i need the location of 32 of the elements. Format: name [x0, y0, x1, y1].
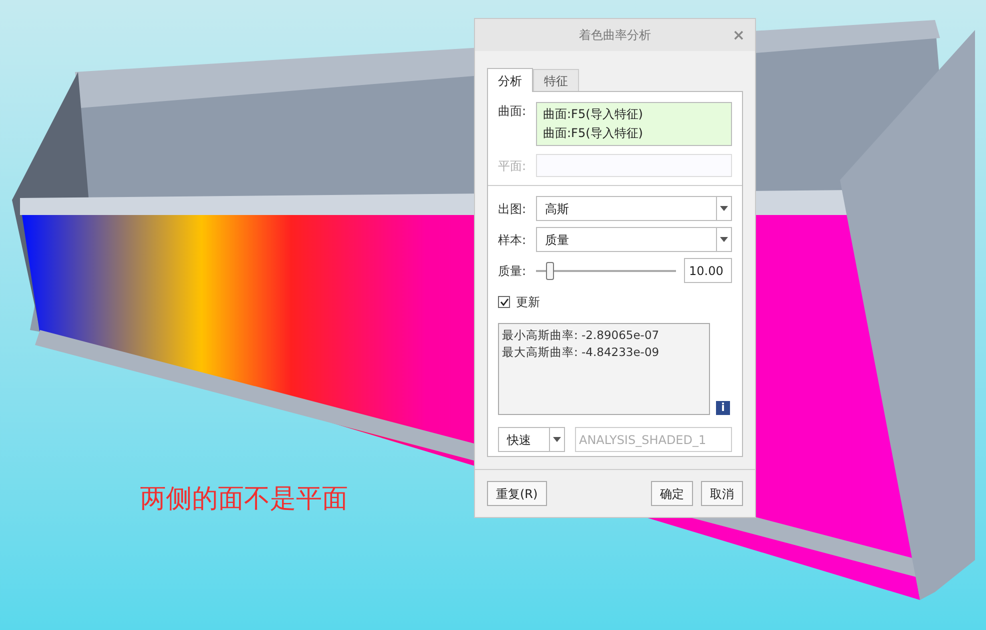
mode-dropdown[interactable]: 快速	[498, 427, 565, 452]
tab[interactable]: 特征	[533, 69, 579, 91]
list-item[interactable]: 曲面:F5(导入特征)	[543, 124, 725, 143]
field-label: 出图:	[498, 200, 528, 218]
quality-slider[interactable]	[536, 260, 676, 280]
info-button[interactable]: i	[716, 401, 730, 415]
field-label: 质量:	[498, 262, 528, 280]
result-text: 最小高斯曲率: -2.89065e-07	[502, 327, 660, 344]
cancel-button[interactable]: 取消	[701, 481, 743, 506]
list-item[interactable]: 曲面:F5(导入特征)	[543, 105, 725, 124]
surface-list[interactable]: 曲面:F5(导入特征) 曲面:F5(导入特征)	[536, 102, 732, 146]
caret-icon	[553, 437, 561, 442]
slider-thumb[interactable]	[546, 262, 554, 280]
check-icon	[500, 298, 508, 306]
caret-icon	[720, 237, 728, 242]
tab[interactable]: 分析	[487, 68, 533, 92]
output-dropdown[interactable]: 高斯	[536, 196, 732, 221]
annotation-text: 两侧的面不是平面	[140, 483, 348, 516]
checkbox-label: 更新	[516, 294, 540, 311]
field-label: 样本:	[498, 232, 528, 248]
field-label: 曲面:	[498, 103, 528, 120]
name-field[interactable]: ANALYSIS_SHADED_1	[575, 427, 732, 452]
result-text: 最大高斯曲率: -4.84233e-09	[502, 344, 660, 361]
repeat-button[interactable]: 重复(R)	[487, 481, 547, 506]
checkbox[interactable]	[498, 296, 510, 308]
quality-input[interactable]: 10.00	[684, 258, 732, 283]
caret-icon	[720, 206, 728, 211]
field-label: 平面:	[498, 158, 528, 174]
sample-dropdown[interactable]: 质量	[536, 227, 732, 252]
ok-button[interactable]: 确定	[651, 481, 693, 506]
plane-field[interactable]	[536, 154, 732, 177]
window-title: 着色曲率分析	[579, 27, 651, 44]
